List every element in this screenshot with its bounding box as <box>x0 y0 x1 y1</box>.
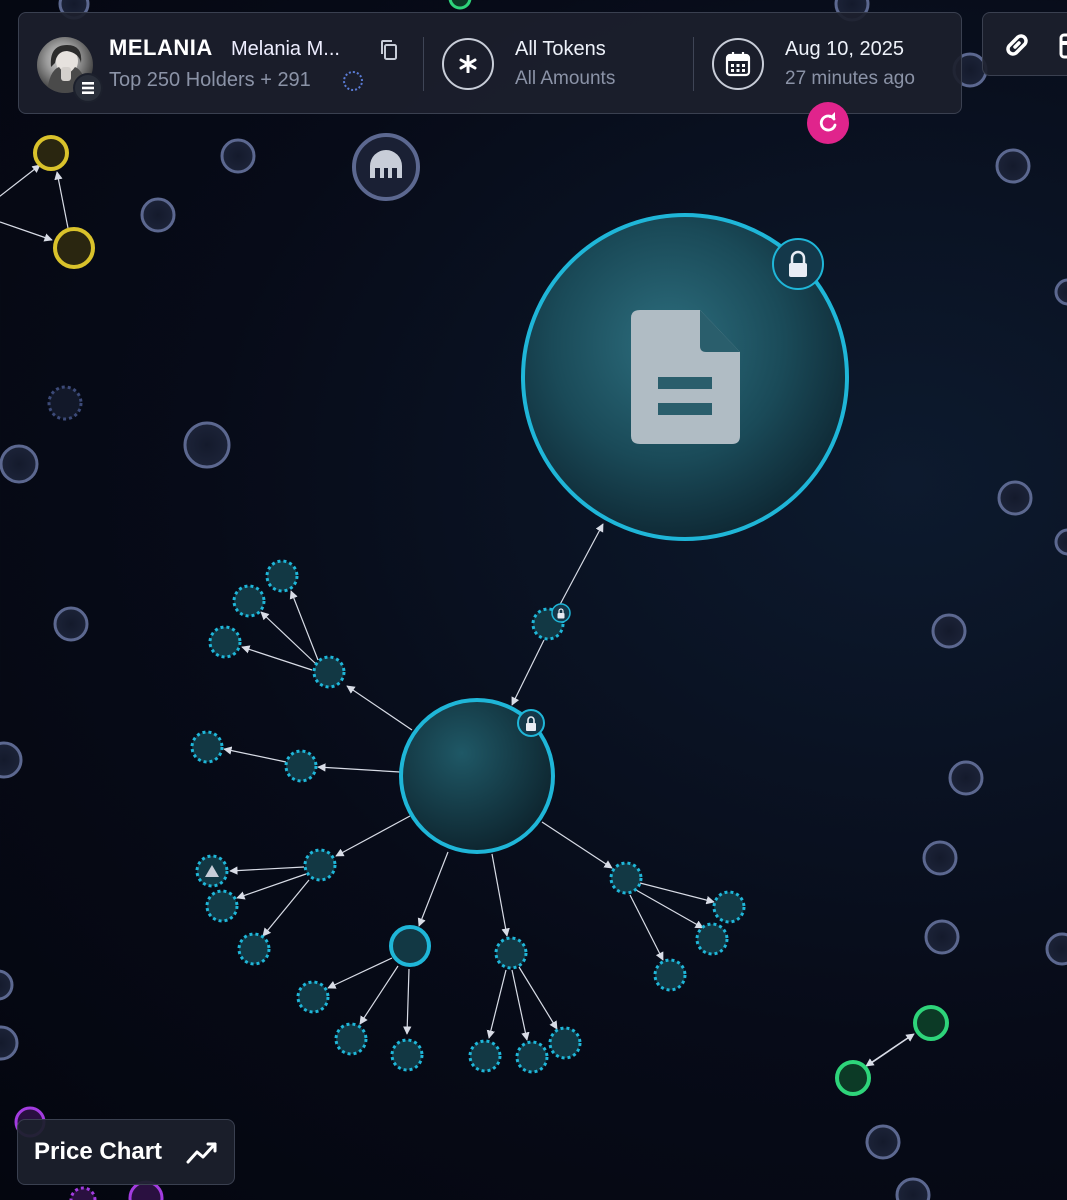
token-symbol: MELANIA <box>109 35 213 60</box>
holder-node-cyan[interactable] <box>265 559 299 593</box>
holder-node-cyan[interactable] <box>284 749 318 783</box>
holder-node[interactable] <box>997 480 1033 516</box>
holder-node[interactable] <box>220 138 256 174</box>
holder-node-yellow[interactable] <box>53 227 95 269</box>
refresh-button[interactable] <box>807 102 849 144</box>
holder-node-dashed[interactable] <box>47 385 83 421</box>
holder-node-cyan[interactable] <box>205 889 239 923</box>
tokens-filter-label[interactable]: All Tokens <box>515 38 606 61</box>
holder-node-cyan[interactable] <box>232 584 266 618</box>
tools-panel <box>982 12 1067 76</box>
loading-icon <box>343 71 363 91</box>
holder-node[interactable] <box>0 969 14 1001</box>
price-chart-button[interactable]: Price Chart <box>17 1119 235 1185</box>
holder-node-cyan[interactable] <box>334 1022 368 1056</box>
asterisk-icon <box>459 55 477 73</box>
calendar-icon <box>725 52 751 77</box>
holder-node[interactable] <box>922 840 958 876</box>
lock-icon <box>517 709 545 737</box>
refresh-icon <box>819 112 837 132</box>
holder-node-cyan[interactable] <box>389 925 431 967</box>
holder-node[interactable] <box>0 1025 19 1061</box>
holder-node-green[interactable] <box>835 1060 871 1096</box>
date-label[interactable]: Aug 10, 2025 <box>785 38 904 61</box>
holder-node[interactable] <box>995 148 1031 184</box>
exchange-node[interactable] <box>352 133 420 201</box>
holder-node-cyan[interactable] <box>468 1039 502 1073</box>
holder-node[interactable] <box>924 919 960 955</box>
copy-icon[interactable] <box>379 39 399 61</box>
holder-node-yellow[interactable] <box>33 135 69 171</box>
holder-node[interactable] <box>183 421 231 469</box>
wallet-icon[interactable] <box>1059 33 1067 64</box>
holder-node[interactable] <box>448 0 472 10</box>
token-name: Melania M... <box>231 38 340 60</box>
holder-node[interactable] <box>931 613 967 649</box>
holder-node-cyan[interactable] <box>695 922 729 956</box>
holder-node-cyan[interactable] <box>653 958 687 992</box>
contract-node[interactable] <box>521 213 849 541</box>
date-filter-button[interactable] <box>712 38 764 90</box>
solana-icon <box>73 73 103 103</box>
holder-node-cyan[interactable] <box>390 1038 424 1072</box>
holder-node-cyan[interactable] <box>237 932 271 966</box>
holder-node[interactable] <box>140 197 176 233</box>
holder-node-cyan[interactable] <box>208 625 242 659</box>
holder-node[interactable] <box>1054 278 1067 306</box>
holder-node-cyan[interactable] <box>712 890 746 924</box>
holder-node[interactable] <box>1045 932 1067 966</box>
holder-node-cyan[interactable] <box>548 1026 582 1060</box>
link-icon[interactable] <box>1001 29 1033 66</box>
token-header-bar: MELANIA Melania M... Top 250 Holders + 2… <box>18 12 962 114</box>
hub-node[interactable] <box>399 698 555 854</box>
holder-node[interactable] <box>865 1124 901 1160</box>
divider <box>423 37 424 91</box>
holder-node-cyan[interactable] <box>515 1040 549 1074</box>
holder-node-purple[interactable] <box>69 1186 97 1200</box>
holder-node-green[interactable] <box>913 1005 949 1041</box>
trend-line-icon <box>186 1142 217 1164</box>
lock-icon <box>551 603 571 623</box>
holder-node[interactable] <box>948 760 984 796</box>
holder-node-cyan[interactable] <box>296 980 330 1014</box>
holder-node[interactable] <box>0 741 23 779</box>
bubble-graph[interactable] <box>0 0 1067 1200</box>
holder-node-cyan[interactable] <box>312 655 346 689</box>
amounts-filter-label[interactable]: All Amounts <box>515 68 615 90</box>
holder-node[interactable] <box>895 1177 931 1200</box>
holder-node-cyan[interactable] <box>494 936 528 970</box>
divider <box>693 37 694 91</box>
holder-node[interactable] <box>0 444 39 484</box>
holders-count[interactable]: Top 250 Holders + 291 <box>109 69 311 92</box>
holder-node[interactable] <box>53 606 89 642</box>
tokens-filter-button[interactable] <box>442 38 494 90</box>
price-chart-label: Price Chart <box>34 1138 163 1165</box>
holder-node-cyan[interactable] <box>609 861 643 895</box>
relative-time: 27 minutes ago <box>785 68 915 89</box>
holder-node-cyan[interactable] <box>303 848 337 882</box>
lock-icon <box>772 238 824 290</box>
holder-node-cyan[interactable] <box>190 730 224 764</box>
holder-node[interactable] <box>1054 528 1067 556</box>
